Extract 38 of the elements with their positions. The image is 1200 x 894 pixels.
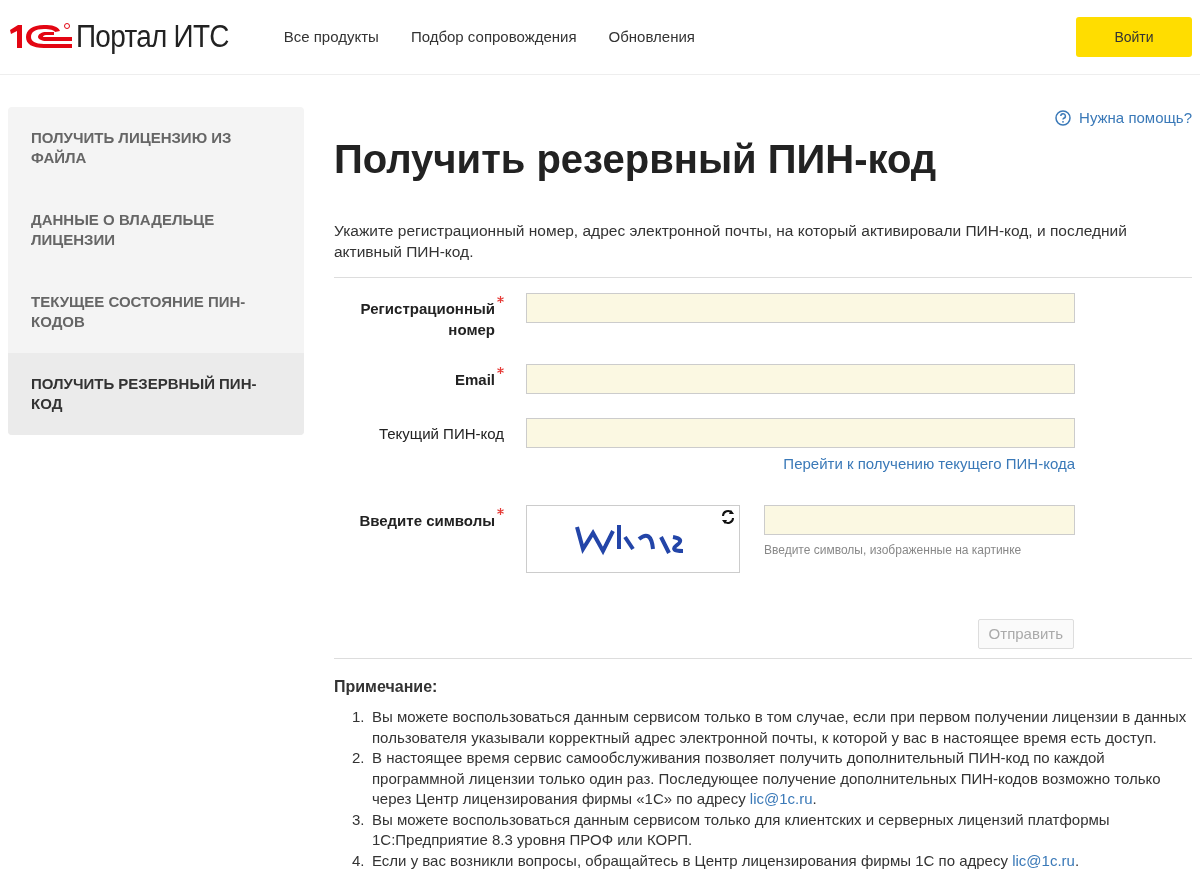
notes-title: Примечание: bbox=[334, 677, 439, 697]
nav-link[interactable]: Подбор сопровождения bbox=[410, 25, 577, 49]
input-field[interactable] bbox=[526, 363, 1075, 394]
help-link[interactable]: Нужна помощь? bbox=[1055, 107, 1192, 130]
note-number: 4. bbox=[352, 850, 366, 871]
asterisk-icon bbox=[497, 295, 504, 303]
field-label: Введите символы bbox=[359, 511, 495, 531]
asterisk-icon bbox=[497, 508, 504, 515]
field-label: Регистрационный номер bbox=[359, 298, 495, 340]
sidebar-item[interactable]: ТЕКУЩЕЕ СОСТОЯНИЕ ПИН-КОДОВ bbox=[8, 271, 304, 353]
note-number: 2. bbox=[352, 748, 366, 768]
input-field[interactable] bbox=[764, 505, 1075, 535]
refresh-icon[interactable] bbox=[720, 509, 736, 525]
field-label: Email bbox=[453, 369, 495, 390]
page-title: Получить резервный ПИН-код bbox=[334, 135, 938, 183]
email-link[interactable]: lic@1c.ru bbox=[1012, 851, 1075, 869]
asterisk-icon bbox=[497, 366, 504, 374]
note-text: В настоящее время сервис самообслуживания позволяет получить дополнительный ПИН-код по каждой программной лицензии только один раз. Последующее получение дополнительных ПИН-кодов возможно только через Центр лицензирования фирмы «1С» по адресу lic@1c.ru. bbox=[372, 748, 1162, 809]
captcha-hint: Введите символы, изображенные на картинке bbox=[764, 542, 1023, 559]
nav-link[interactable]: Обновления bbox=[608, 25, 695, 49]
description-text: Укажите регистрационный номер, адрес электронной почты, на который активировали ПИН-код, и последний активный ПИН-код. bbox=[334, 220, 1128, 262]
sidebar-item[interactable]: ДАННЫЕ О ВЛАДЕЛЬЦЕ ЛИЦЕНЗИИ bbox=[8, 189, 304, 271]
brand-name: Портал ИТС bbox=[76, 17, 229, 56]
login-button[interactable]: Войти bbox=[1076, 17, 1192, 57]
note-text: Вы можете воспользоваться данным сервисом только для клиентских и серверных лицензий платформы 1С:Предприятие 8.3 уровня ПРОФ или КОРП. bbox=[372, 809, 1111, 850]
note-number: 1. bbox=[352, 707, 366, 727]
nav-link[interactable]: Все продукты bbox=[283, 25, 379, 49]
sidebar-item[interactable]: ПОЛУЧИТЬ ЛИЦЕНЗИЮ ИЗ ФАЙЛА bbox=[8, 107, 304, 189]
note-text: Если у вас возникли вопросы, обращайтесь в Центр лицензирования фирмы 1С по адресу lic@1c.ru. bbox=[372, 850, 1080, 871]
pin-code-link[interactable]: Перейти к получению текущего ПИН-кода bbox=[783, 452, 1075, 475]
field-label: Текущий ПИН-код bbox=[378, 423, 504, 444]
help-icon bbox=[1055, 110, 1072, 127]
note-text: Вы можете воспользоваться данным сервисом только в том случае, если при первом получении лицензии в данных пользователя указывали корректный адрес электронной почты, к которой у вас в настоящее время есть доступ. bbox=[372, 707, 1188, 748]
input-field[interactable] bbox=[526, 417, 1075, 448]
sidebar-item[interactable]: ПОЛУЧИТЬ РЕЗЕРВНЫЙ ПИН-КОД bbox=[8, 353, 304, 435]
note-number: 3. bbox=[352, 809, 366, 830]
email-link[interactable]: lic@1c.ru bbox=[749, 790, 813, 807]
input-field[interactable] bbox=[526, 292, 1075, 323]
